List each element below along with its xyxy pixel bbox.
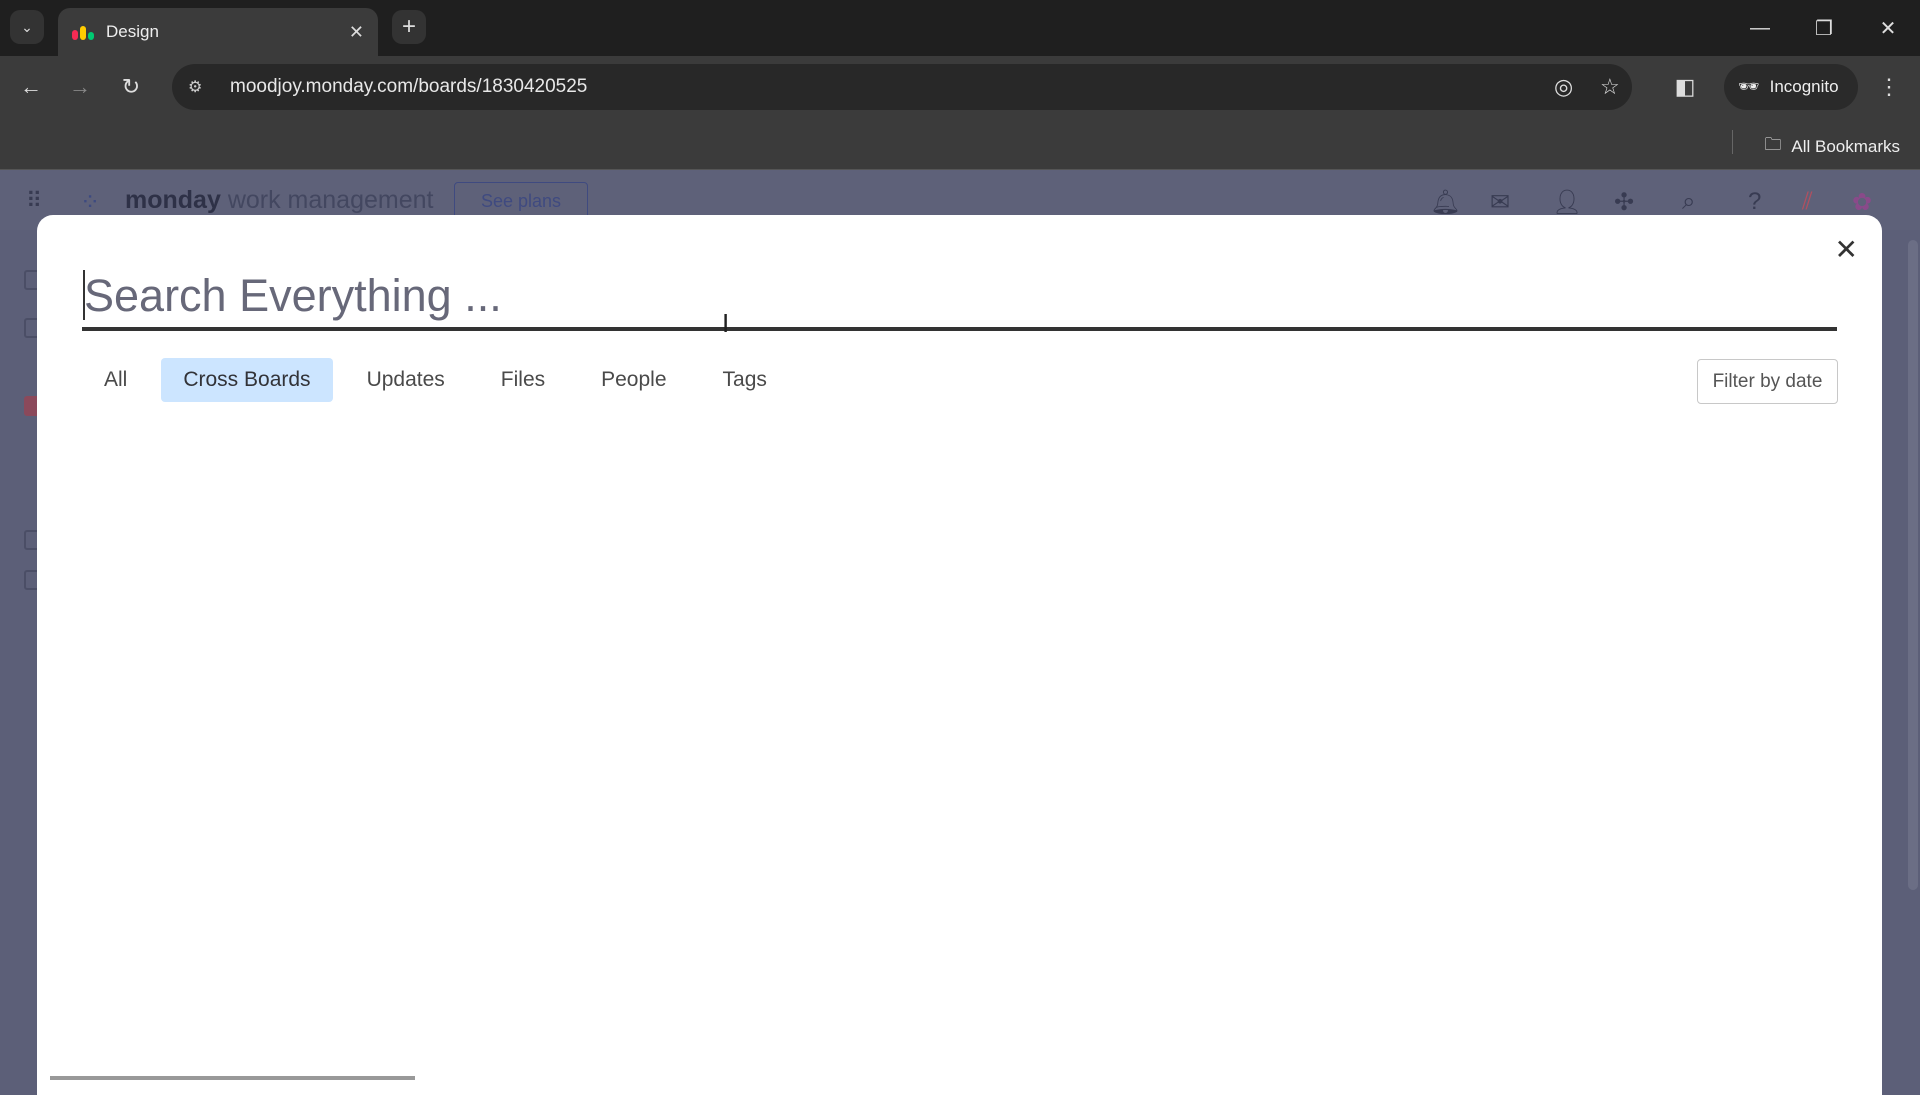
tab-files[interactable]: Files	[479, 358, 567, 402]
incognito-label: Incognito	[1769, 77, 1839, 96]
search-icon[interactable]: ⌕	[1682, 188, 1695, 216]
tab-title: Design	[106, 22, 159, 41]
app-brand: monday work management	[125, 186, 433, 215]
new-tab-button[interactable]: +	[392, 10, 426, 44]
tab-cross-boards[interactable]: Cross Boards	[161, 358, 333, 402]
browser-toolbar: ← → ↻ ⚙ moodjoy.monday.com/boards/183042…	[0, 56, 1920, 118]
avatar[interactable]: ✿	[1852, 188, 1872, 217]
page-scrollbar[interactable]	[1908, 240, 1918, 890]
all-bookmarks-label: All Bookmarks	[1791, 136, 1900, 156]
incognito-icon: 🕶	[1738, 77, 1760, 96]
see-plans-label: See plans	[480, 190, 562, 211]
tab-updates[interactable]: Updates	[345, 358, 467, 402]
horizontal-scrollbar[interactable]	[50, 1076, 415, 1080]
monday-favicon-icon	[72, 24, 94, 40]
folder-icon: 🗀	[1764, 135, 1782, 154]
url-text: moodjoy.monday.com/boards/1830420525	[230, 76, 588, 97]
close-tab-icon[interactable]: ✕	[349, 22, 364, 43]
back-icon[interactable]: ←	[14, 70, 48, 104]
bookmark-star-icon[interactable]: ☆	[1600, 74, 1620, 100]
filter-by-date-button[interactable]: Filter by date	[1697, 359, 1838, 404]
tab-all[interactable]: All	[82, 358, 149, 402]
divider	[1732, 130, 1733, 154]
search-filter-tabs: All Cross Boards Updates Files People Ta…	[82, 358, 801, 402]
close-modal-icon[interactable]: ✕	[1835, 233, 1858, 266]
bookmarks-bar: 🗀 All Bookmarks	[0, 118, 1920, 170]
side-panel-icon[interactable]: ◧	[1668, 70, 1702, 104]
tab-people[interactable]: People	[579, 358, 688, 402]
apps-puzzle-icon[interactable]: ✣	[1614, 188, 1634, 217]
forward-icon[interactable]: →	[63, 70, 97, 104]
brand-name: monday	[125, 186, 221, 214]
browser-tab-strip: ⌄ Design ✕ + — ❐ ✕	[0, 0, 1920, 56]
monday-logo-icon: ⁘	[80, 189, 101, 216]
monday-products-icon[interactable]: ⫽	[1802, 188, 1813, 216]
search-input[interactable]	[82, 265, 1837, 331]
address-bar[interactable]: ⚙ moodjoy.monday.com/boards/1830420525 ◎…	[172, 64, 1632, 110]
text-caret	[83, 270, 85, 320]
window-close-icon[interactable]: ✕	[1856, 0, 1920, 56]
text-cursor-icon: I	[722, 308, 730, 338]
tab-tags[interactable]: Tags	[701, 358, 789, 402]
all-bookmarks-button[interactable]: 🗀 All Bookmarks	[1764, 132, 1900, 161]
product-name: work management	[227, 186, 434, 214]
search-modal: ✕ All Cross Boards Updates Files People …	[37, 215, 1882, 1095]
help-icon[interactable]: ?	[1748, 188, 1761, 216]
invite-user-icon[interactable]: 👤︎	[1552, 188, 1582, 217]
browser-menu-icon[interactable]: ⋮	[1872, 70, 1906, 104]
reload-icon[interactable]: ↻	[114, 70, 148, 104]
inbox-icon[interactable]: ✉	[1490, 188, 1510, 217]
restore-icon[interactable]: ❐	[1792, 0, 1856, 56]
site-info-icon[interactable]: ⚙	[188, 77, 212, 97]
bell-icon[interactable]: 🔔︎	[1430, 188, 1460, 217]
tab-search-chevron-icon[interactable]: ⌄	[10, 10, 44, 44]
minimize-icon[interactable]: —	[1728, 0, 1792, 56]
eye-off-icon[interactable]: ◎	[1554, 74, 1573, 100]
incognito-badge[interactable]: 🕶 Incognito	[1724, 64, 1858, 110]
apps-grid-icon[interactable]: ⠿	[26, 188, 42, 214]
browser-tab[interactable]: Design ✕	[58, 8, 378, 56]
